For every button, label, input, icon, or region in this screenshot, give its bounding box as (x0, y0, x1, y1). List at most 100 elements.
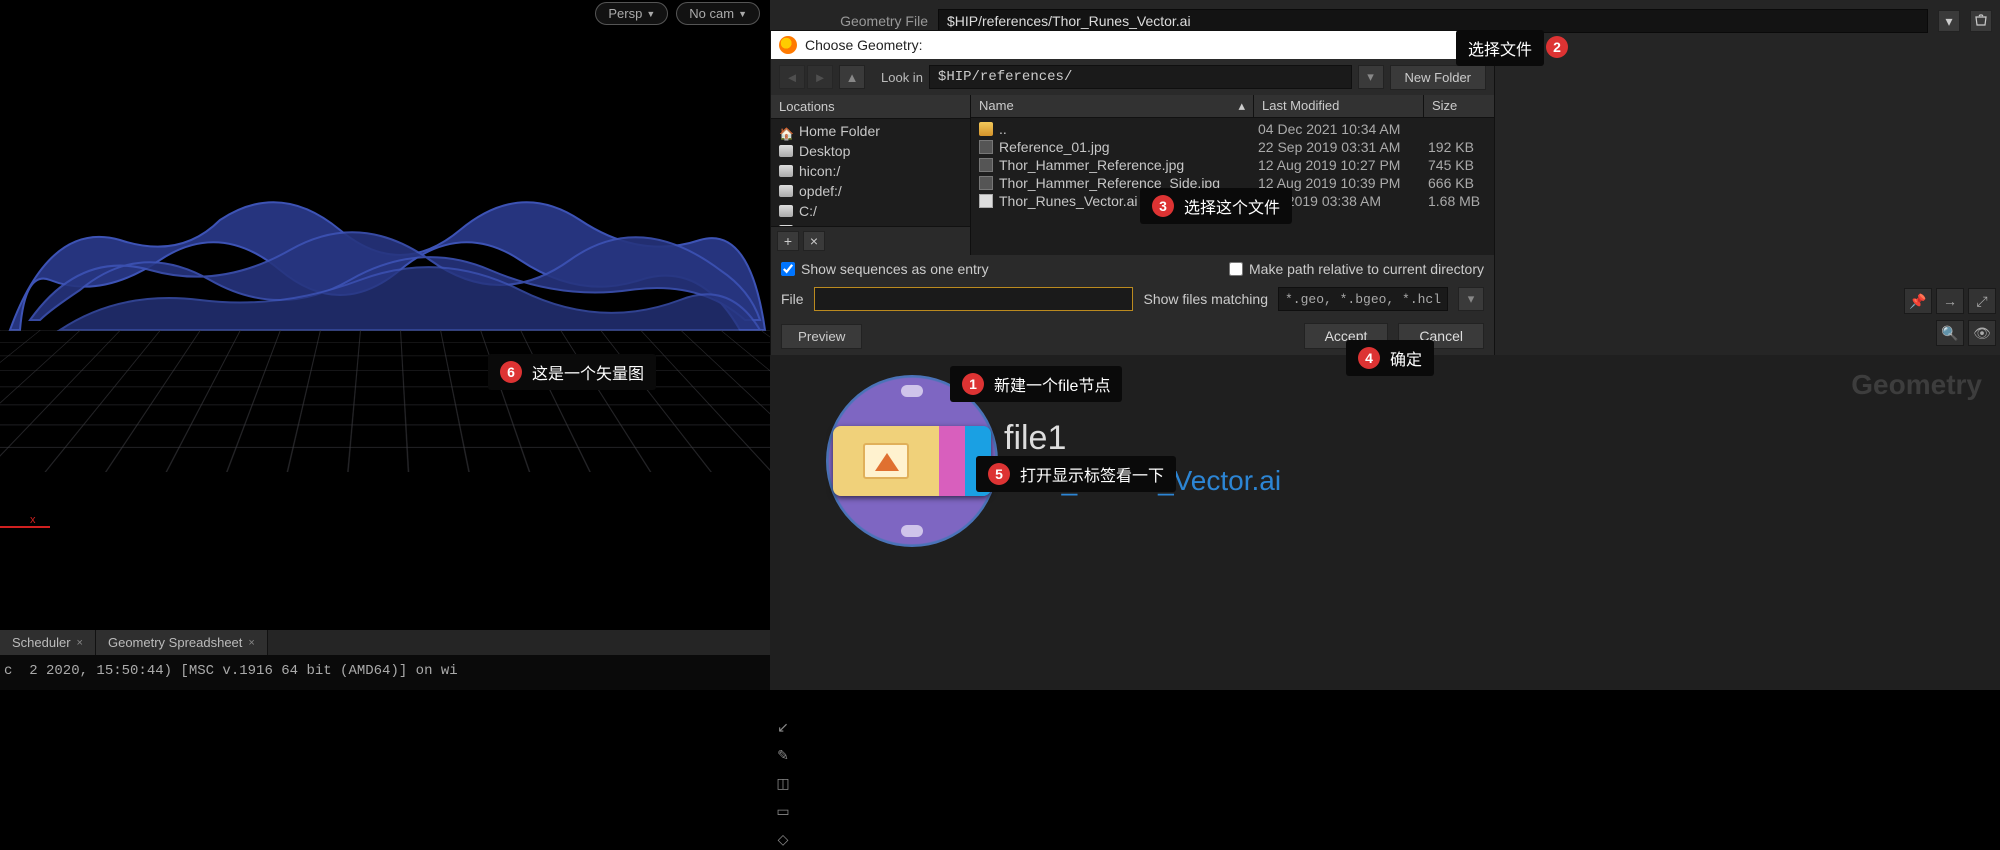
file-size (1424, 121, 1494, 137)
location-item[interactable]: hicon:/ (771, 161, 970, 181)
nav-forward-button[interactable]: ► (807, 65, 833, 89)
location-label: hicon:/ (799, 163, 840, 179)
node-flag-display[interactable] (965, 426, 991, 496)
tool-icon[interactable]: ↙ (772, 716, 794, 738)
tool-icon[interactable]: ✎ (772, 744, 794, 766)
link-icon[interactable]: → (1936, 288, 1964, 314)
file-modified: 22 Sep 2019 03:31 AM (1254, 139, 1424, 155)
location-label: Home Folder (799, 123, 880, 139)
persp-button[interactable]: Persp▼ (595, 2, 668, 25)
tool-icon[interactable]: ◇ (772, 828, 794, 850)
dialog-navbar: ◄ ► ▲ Look in ▾ New Folder (771, 59, 1494, 95)
node-flag-template[interactable] (939, 426, 965, 496)
viewport-3d[interactable]: Persp▼ No cam▼ x Scheduler× Geometry Spr… (0, 0, 770, 690)
location-item[interactable]: Desktop (771, 141, 970, 161)
node-ring-menu[interactable] (826, 375, 998, 547)
lookin-input[interactable] (929, 65, 1352, 89)
file-row[interactable]: Reference_01.jpg22 Sep 2019 03:31 AM192 … (971, 138, 1494, 156)
files-pane: Name▴ Last Modified Size ..04 Dec 2021 1… (971, 95, 1494, 255)
locations-header: Locations (771, 95, 970, 119)
file-row[interactable]: Thor_Hammer_Reference.jpg12 Aug 2019 10:… (971, 156, 1494, 174)
add-location-button[interactable]: + (777, 231, 799, 251)
col-name[interactable]: Name▴ (971, 95, 1254, 117)
col-modified[interactable]: Last Modified (1254, 95, 1424, 117)
folder-icon (979, 122, 993, 136)
locations-buttons: + × (771, 226, 970, 255)
new-folder-button[interactable]: New Folder (1390, 65, 1486, 90)
col-size[interactable]: Size (1424, 95, 1494, 117)
nav-back-button[interactable]: ◄ (779, 65, 805, 89)
houdini-icon (779, 36, 797, 54)
pin-icon[interactable]: 📌 (1904, 288, 1932, 314)
file-name: Reference_01.jpg (999, 139, 1110, 155)
file-size: 1.68 MB (1424, 193, 1494, 209)
file-name: Thor_Runes_Vector.ai (999, 193, 1138, 209)
match-label: Show files matching (1143, 291, 1268, 307)
file-columns-header: Name▴ Last Modified Size (971, 95, 1494, 118)
python-console[interactable]: c 2 2020, 15:50:44) [MSC v.1916 64 bit (… (0, 655, 770, 690)
accept-button[interactable]: Accept (1304, 323, 1389, 349)
vector-art-preview (0, 180, 770, 340)
file-modified: 12 Aug 2019 10:39 PM (1254, 175, 1424, 191)
nav-up-button[interactable]: ▲ (839, 65, 865, 89)
file-label: File (781, 291, 804, 307)
location-label: opdef:/ (799, 183, 842, 199)
location-item[interactable]: C:/ (771, 201, 970, 221)
file-list[interactable]: ..04 Dec 2021 10:34 AMReference_01.jpg 22… (971, 118, 1494, 255)
node-name[interactable]: file1 (1004, 419, 1066, 458)
locations-pane: Locations Home Folder Desktop hicon:/ opdef… (771, 95, 971, 255)
relative-path-checkbox[interactable]: Make path relative to current directory (1229, 261, 1484, 277)
expand-icon[interactable]: ⤢ (1968, 288, 1996, 314)
tool-icon[interactable]: ◫ (772, 772, 794, 794)
cancel-button[interactable]: Cancel (1398, 323, 1484, 349)
filter-input[interactable] (1278, 287, 1448, 311)
pane-tabs: Scheduler× Geometry Spreadsheet × (0, 630, 770, 655)
file-modified: 04 Dec 2021 10:34 AM (1254, 121, 1424, 137)
right-panel: Geometry File ▾ Choose Geometry: ◄ ► ▲ L… (770, 0, 2000, 690)
show-sequences-label: Show sequences as one entry (801, 261, 989, 277)
relative-path-input[interactable] (1229, 262, 1243, 276)
tab-scheduler[interactable]: Scheduler× (0, 630, 96, 655)
display-options-icon[interactable]: 👁 (1968, 320, 1996, 346)
node-file-icon (833, 426, 939, 496)
file-chooser-icon[interactable] (1970, 10, 1992, 32)
axis-x-line (0, 526, 50, 528)
tab-geometry-spreadsheet[interactable]: Geometry Spreadsheet × (96, 630, 268, 655)
parm-label: Geometry File (778, 13, 928, 29)
search-icon[interactable]: 🔍 (1936, 320, 1964, 346)
tool-icon[interactable]: ▭ (772, 800, 794, 822)
show-sequences-input[interactable] (781, 262, 795, 276)
sort-asc-icon: ▴ (1238, 98, 1245, 114)
img-icon (979, 158, 993, 172)
choose-geometry-dialog: Choose Geometry: ◄ ► ▲ Look in ▾ New Fol… (770, 30, 1495, 358)
file-row[interactable]: Thor_Hammer_Reference_Side.jpg 12 Aug 201… (971, 174, 1494, 192)
home-icon (779, 125, 793, 137)
filename-input[interactable] (814, 287, 1134, 311)
filter-dropdown[interactable]: ▾ (1458, 287, 1484, 311)
show-sequences-checkbox[interactable]: Show sequences as one entry (781, 261, 989, 277)
location-item[interactable]: opdef:/ (771, 181, 970, 201)
axis-x-label: x (30, 514, 36, 526)
file-row[interactable]: ..04 Dec 2021 10:34 AM (971, 120, 1494, 138)
viewport-toolbar: Persp▼ No cam▼ (595, 2, 760, 25)
file-node[interactable] (833, 426, 991, 496)
node-input-icon[interactable] (901, 385, 923, 397)
network-editor[interactable]: ↙ ✎ ◫ ▭ ◇ Geometry file1 Thor_Runes_Vect… (770, 355, 2000, 690)
dialog-titlebar: Choose Geometry: (771, 31, 1494, 59)
relative-path-label: Make path relative to current directory (1249, 261, 1484, 277)
remove-location-button[interactable]: × (803, 231, 825, 251)
locations-list[interactable]: Home FolderDesktophicon:/opdef:/C:/D:/E:… (771, 119, 970, 226)
nocam-button[interactable]: No cam▼ (676, 2, 760, 25)
close-icon[interactable]: × (248, 637, 254, 649)
close-icon[interactable]: × (77, 637, 83, 649)
file-name: Thor_Hammer_Reference_Side.jpg (999, 175, 1220, 191)
parm-dropdown-icon[interactable]: ▾ (1938, 10, 1960, 32)
dialog-file-row: File Show files matching ▾ (771, 283, 1494, 315)
preview-button[interactable]: Preview (781, 324, 862, 349)
file-row[interactable]: Thor_Runes_Vector.aiSep 2019 03:38 AM1.6… (971, 192, 1494, 210)
node-output-icon[interactable] (901, 525, 923, 537)
tab-label: Geometry Spreadsheet (108, 635, 242, 650)
file-modified: 12 Aug 2019 10:27 PM (1254, 157, 1424, 173)
lookin-dropdown[interactable]: ▾ (1358, 65, 1384, 89)
location-item[interactable]: Home Folder (771, 121, 970, 141)
